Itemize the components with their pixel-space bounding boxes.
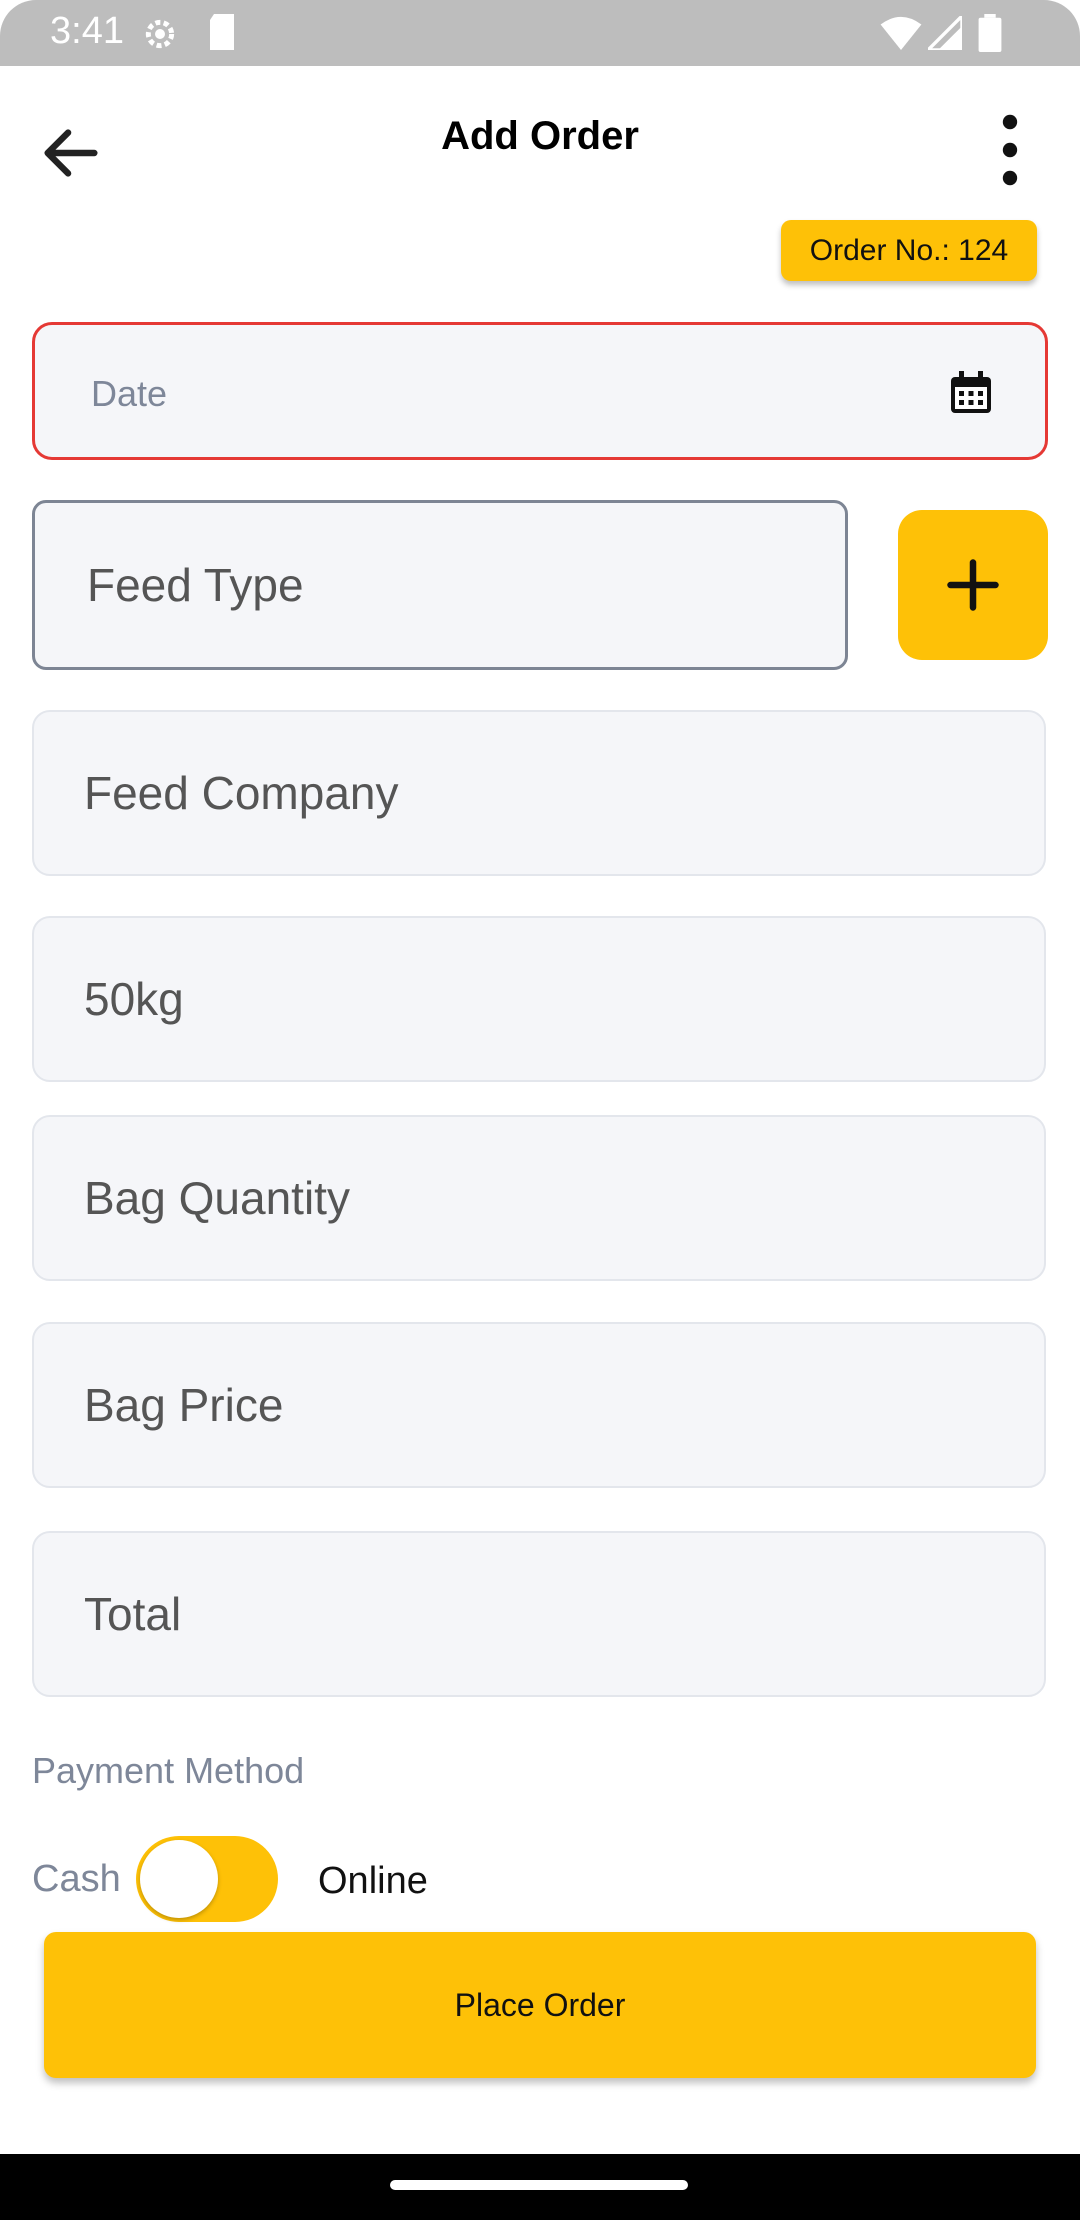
bag-price-field[interactable]: Bag Price: [32, 1322, 1046, 1488]
navigation-bar: [0, 2154, 1080, 2220]
plus-icon: [947, 559, 999, 611]
feed-company-placeholder: Feed Company: [84, 767, 399, 819]
total-field[interactable]: Total: [32, 1531, 1046, 1697]
date-placeholder: Date: [91, 373, 168, 414]
payment-method-label: Payment Method: [32, 1750, 305, 1791]
status-time: 3:41: [50, 10, 124, 52]
signal-icon: [923, 11, 964, 55]
total-placeholder: Total: [84, 1588, 182, 1640]
order-number-badge: Order No.: 124: [781, 220, 1037, 281]
more-menu-button[interactable]: [982, 110, 1038, 190]
status-bar: 3:41: [0, 0, 1080, 66]
place-order-button[interactable]: Place Order: [44, 1932, 1036, 2078]
page-title: Add Order: [441, 114, 639, 158]
feed-company-field[interactable]: Feed Company: [32, 710, 1046, 876]
online-label: Online: [318, 1860, 428, 1902]
toggle-knob: [140, 1840, 218, 1918]
app-bar: Add Order: [0, 66, 1080, 216]
settings-icon: [140, 14, 180, 59]
sd-card-icon: [206, 14, 238, 55]
bag-quantity-placeholder: Bag Quantity: [84, 1172, 350, 1224]
more-vertical-icon: [1002, 114, 1018, 186]
bag-quantity-field[interactable]: Bag Quantity: [32, 1115, 1046, 1281]
bag-price-placeholder: Bag Price: [84, 1379, 284, 1431]
date-field[interactable]: Date: [32, 322, 1048, 460]
feed-type-placeholder: Feed Type: [87, 559, 304, 611]
bag-size-field[interactable]: 50kg: [32, 916, 1046, 1082]
payment-method-toggle[interactable]: [136, 1836, 278, 1922]
home-indicator[interactable]: [390, 2180, 688, 2190]
add-feed-type-button[interactable]: [898, 510, 1048, 660]
wifi-icon: [880, 16, 922, 55]
cash-label: Cash: [32, 1858, 121, 1900]
calendar-icon[interactable]: [947, 369, 995, 417]
battery-icon: [978, 14, 1002, 57]
bag-size-placeholder: 50kg: [84, 973, 184, 1025]
feed-type-field[interactable]: Feed Type: [32, 500, 848, 670]
